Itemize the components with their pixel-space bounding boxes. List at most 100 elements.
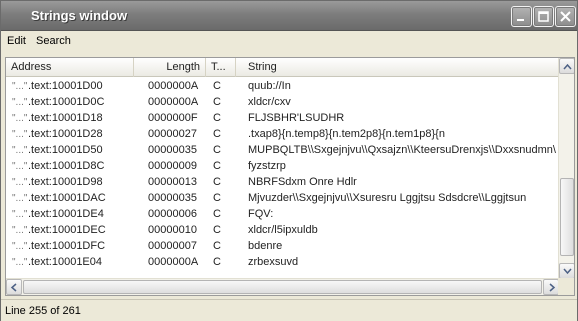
chevron-left-icon: [10, 283, 17, 292]
table-row[interactable]: "...".text:10001D8C 00000009 C fyzstzrp: [6, 158, 559, 174]
column-header-address[interactable]: Address: [6, 58, 134, 77]
row-address: .text:10001D50: [28, 144, 103, 156]
scroll-down-button[interactable]: [559, 263, 574, 279]
row-type: C: [213, 112, 221, 124]
strings-list[interactable]: Address Length T... String "...".text:10…: [5, 57, 575, 296]
table-row[interactable]: "...".text:10001D98 00000013 C NBRFSdxm …: [6, 174, 559, 190]
row-address: .text:10001D28: [28, 128, 103, 140]
menu-edit[interactable]: Edit: [7, 35, 26, 47]
row-address: .text:10001D98: [28, 176, 103, 188]
table-row[interactable]: "...".text:10001D00 0000000A C quub://In: [6, 78, 559, 94]
minimize-button[interactable]: [511, 6, 532, 27]
string-icon: "...": [12, 81, 28, 92]
chevron-right-icon: [549, 283, 556, 292]
row-type: C: [213, 208, 221, 220]
close-icon: [560, 11, 571, 22]
scroll-left-button[interactable]: [6, 279, 22, 295]
row-type: C: [213, 160, 221, 172]
row-address: .text:10001D8C: [28, 160, 105, 172]
row-address: .text:10001DAC: [28, 192, 106, 204]
row-address: .text:10001D00: [28, 80, 103, 92]
chevron-down-icon: [563, 268, 572, 275]
scroll-up-button[interactable]: [559, 58, 574, 74]
row-length: 00000035: [148, 144, 197, 156]
maximize-button[interactable]: [533, 6, 554, 27]
row-length: 00000027: [148, 128, 197, 140]
list-rows: "...".text:10001D00 0000000A C quub://In…: [6, 78, 559, 278]
status-bar: Line 255 of 261: [1, 299, 577, 321]
string-icon: "...": [12, 225, 28, 236]
string-icon: "...": [12, 113, 28, 124]
string-icon: "...": [12, 145, 28, 156]
row-length: 00000009: [148, 160, 197, 172]
row-string: Mjvuzder\\Sxgejnjvu\\Xsuresru Lggjtsu Sd…: [248, 192, 527, 204]
row-length: 00000035: [148, 192, 197, 204]
row-type: C: [213, 176, 221, 188]
table-row[interactable]: "...".text:10001DFC 00000007 C bdenre: [6, 238, 559, 254]
maximize-icon: [538, 11, 549, 22]
column-header-length[interactable]: Length: [134, 58, 206, 77]
table-row[interactable]: "...".text:10001D50 00000035 C MUPBQLTB\…: [6, 142, 559, 158]
string-icon: "...": [12, 193, 28, 204]
row-string: xldcr/l5ipxuldb: [248, 224, 318, 236]
horizontal-scrollbar[interactable]: [6, 278, 559, 295]
table-row[interactable]: "...".text:10001DEC 00000010 C xldcr/l5i…: [6, 222, 559, 238]
row-address: .text:10001D0C: [28, 96, 105, 108]
row-type: C: [213, 128, 221, 140]
strings-window: Strings window Edit Search Address Lengt…: [0, 0, 578, 321]
row-string: bdenre: [248, 240, 283, 252]
scroll-right-button[interactable]: [543, 279, 559, 295]
string-icon: "...": [12, 97, 28, 108]
string-icon: "...": [12, 241, 28, 252]
string-icon: "...": [12, 177, 28, 188]
row-string: xldcr/cxv: [248, 96, 291, 108]
row-string: zrbexsuvd: [248, 256, 299, 268]
menu-search[interactable]: Search: [36, 35, 71, 47]
horizontal-scroll-thumb[interactable]: [23, 280, 542, 294]
string-icon: "...": [12, 161, 28, 172]
scrollbar-corner: [558, 278, 574, 295]
list-header: Address Length T... String: [6, 58, 559, 77]
title-bar[interactable]: Strings window: [1, 1, 577, 31]
row-length: 00000010: [148, 224, 197, 236]
column-header-type[interactable]: T...: [206, 58, 236, 77]
row-string: fyzstzrp: [248, 160, 286, 172]
row-length: 00000013: [148, 176, 197, 188]
string-icon: "...": [12, 129, 28, 140]
row-type: C: [213, 80, 221, 92]
row-address: .text:10001DFC: [28, 240, 106, 252]
vertical-scroll-thumb[interactable]: [560, 178, 574, 256]
row-length: 00000006: [148, 208, 197, 220]
row-length: 0000000A: [148, 96, 199, 108]
row-string: FLJSBHR'LSUDHR: [248, 112, 345, 124]
table-row[interactable]: "...".text:10001D28 00000027 C .txap8}{n…: [6, 126, 559, 142]
table-row[interactable]: "...".text:10001DAC 00000035 C Mjvuzder\…: [6, 190, 559, 206]
row-type: C: [213, 224, 221, 236]
row-address: .text:10001DEC: [28, 224, 106, 236]
status-line-count: Line 255 of 261: [5, 305, 81, 317]
row-string: .txap8}{n.temp8}{n.tem2p8}{n.tem1p8}{n: [248, 128, 445, 140]
row-length: 0000000A: [148, 80, 199, 92]
row-string: FQV:: [248, 208, 274, 220]
row-address: .text:10001D18: [28, 112, 103, 124]
table-row[interactable]: "...".text:10001D0C 0000000A C xldcr/cxv: [6, 94, 559, 110]
menu-bar: Edit Search: [1, 32, 577, 52]
row-type: C: [213, 192, 221, 204]
table-row[interactable]: "...".text:10001D18 0000000F C FLJSBHR'L…: [6, 110, 559, 126]
table-row[interactable]: "...".text:10001DE4 00000006 C FQV:: [6, 206, 559, 222]
row-length: 00000007: [148, 240, 197, 252]
table-row[interactable]: "...".text:10001E04 0000000A C zrbexsuvd: [6, 254, 559, 270]
column-header-string[interactable]: String: [236, 58, 559, 77]
row-string: quub://In: [248, 80, 291, 92]
close-button[interactable]: [555, 6, 576, 27]
row-type: C: [213, 240, 221, 252]
vertical-scrollbar[interactable]: [558, 58, 574, 279]
row-string: NBRFSdxm Onre Hdlr: [248, 176, 357, 188]
string-icon: "...": [12, 209, 28, 220]
row-length: 0000000F: [148, 112, 198, 124]
row-length: 0000000A: [148, 256, 199, 268]
chevron-up-icon: [563, 63, 572, 70]
row-address: .text:10001E04: [28, 256, 103, 268]
row-type: C: [213, 144, 221, 156]
window-title: Strings window: [31, 8, 128, 23]
